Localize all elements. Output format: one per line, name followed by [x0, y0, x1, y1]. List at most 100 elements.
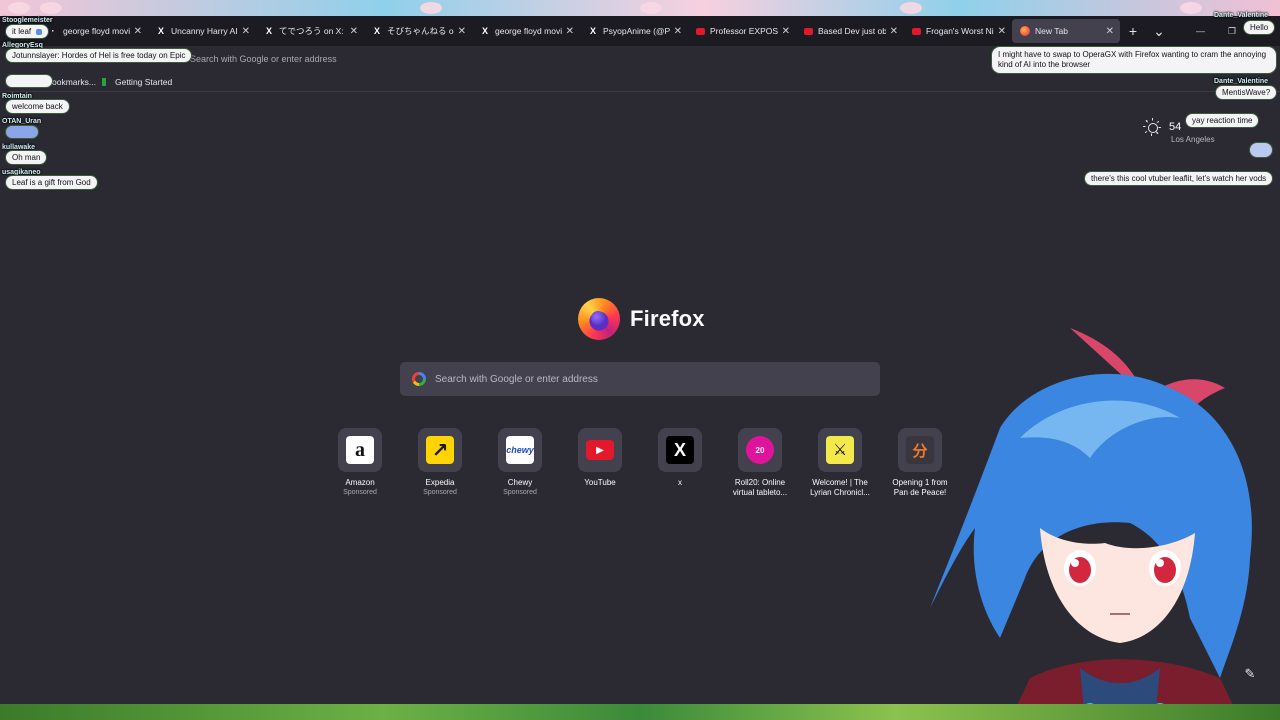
close-icon[interactable]: ✕: [350, 26, 358, 37]
youtube-icon: [696, 27, 705, 35]
tab-strip: · george floyd movie ✕ X Uncanny Harry AI o…: [0, 16, 1280, 46]
sponsored-label: Sponsored: [343, 489, 377, 496]
tab-active[interactable]: New Tab ✕: [1012, 19, 1120, 43]
top-site-youtube[interactable]: ▶ YouTube: [560, 428, 640, 488]
screen: · george floyd movie ✕ X Uncanny Harry AI o…: [0, 0, 1280, 720]
new-tab-icon[interactable]: +: [1120, 23, 1146, 39]
x-icon: X: [666, 436, 694, 464]
top-site-roll20[interactable]: 20 Roll20: Online virtual tableto...: [720, 428, 800, 498]
close-icon[interactable]: ✕: [1106, 26, 1114, 37]
top-site-amazon[interactable]: a Amazon Sponsored: [320, 428, 400, 496]
stream-overlay-bottom-decoration: [0, 704, 1280, 720]
tab[interactable]: Xgeorge floyd movie ✕: [472, 16, 580, 46]
close-icon[interactable]: ✕: [782, 26, 790, 37]
vtuber-avatar: [930, 328, 1252, 720]
tab[interactable]: Based Dev just oblit ✕: [796, 16, 904, 46]
x-icon: X: [589, 26, 596, 36]
restore-icon[interactable]: ❐: [1228, 16, 1236, 46]
chat-message: welcome back: [6, 100, 69, 113]
tab[interactable]: X Uncanny Harry AI on X ✕: [148, 16, 256, 46]
roll20-icon: 20: [746, 436, 774, 464]
close-icon[interactable]: ✕: [998, 26, 1006, 37]
stream-overlay-top-decoration: [0, 0, 1280, 16]
chat-username: OTAN_Uran: [2, 118, 42, 125]
chat-message: yay reaction time: [1186, 114, 1259, 127]
chewy-icon: chewy: [506, 436, 534, 464]
tab[interactable]: X そびちゃんねる on X ✕: [364, 16, 472, 46]
url-placeholder: Search with Google or enter address: [190, 54, 337, 64]
firefox-logo: Firefox: [578, 298, 705, 340]
youtube-icon: [804, 27, 813, 35]
youtube-icon: [912, 27, 921, 35]
bookmarks-toolbar: ookmarks... Getting Started: [0, 72, 1280, 92]
top-site-tile[interactable]: ▶: [578, 428, 622, 472]
top-site-label: Amazon: [345, 478, 375, 487]
close-icon[interactable]: ✕: [458, 26, 466, 37]
top-site-chewy[interactable]: chewy Chewy Sponsored: [480, 428, 560, 496]
weather-widget[interactable]: 54 Los Angeles: [1143, 118, 1215, 144]
chat-username: AllegoryEsq: [2, 42, 43, 49]
x-icon: X: [265, 26, 272, 36]
x-icon: X: [481, 26, 488, 36]
chat-emote-message: [6, 75, 52, 87]
tab[interactable]: X PsyopAnime (@Psyop ✕: [580, 16, 688, 46]
chat-emote-message: [1250, 143, 1272, 157]
top-site-tile[interactable]: ⚔: [818, 428, 862, 472]
close-icon[interactable]: ✕: [674, 26, 682, 37]
weather-temperature: 54: [1169, 121, 1182, 133]
minimize-icon[interactable]: —: [1196, 16, 1205, 46]
chat-username: kullawake: [2, 144, 36, 151]
chat-message: it leaf: [6, 25, 49, 38]
amazon-icon: a: [346, 436, 374, 464]
firefox-icon: [1020, 26, 1030, 36]
crossed-swords-icon: ⚔: [826, 436, 854, 464]
search-box[interactable]: [400, 362, 880, 396]
tab-title: Professor EXPOSES: [710, 26, 778, 36]
sponsored-label: Sponsored: [503, 489, 537, 496]
tab[interactable]: Frogan's Worst Nigh ✕: [904, 16, 1012, 46]
top-site-expedia[interactable]: ↗ Expedia Sponsored: [400, 428, 480, 496]
top-site-label: YouTube: [584, 478, 616, 487]
tab-title: george floyd movie: [63, 26, 130, 36]
close-icon[interactable]: ✕: [566, 26, 574, 37]
tab[interactable]: X てでつろう on X: " ✕: [256, 16, 364, 46]
chat-username: Stooglemeister: [2, 17, 53, 24]
top-site-tile[interactable]: 20: [738, 428, 782, 472]
close-icon[interactable]: ✕: [242, 26, 250, 37]
chat-message: Jotunnslayer: Hordes of Hel is free toda…: [6, 49, 192, 62]
top-site-tile[interactable]: ↗: [418, 428, 462, 472]
expedia-icon: ↗: [426, 436, 454, 464]
chat-message: Leaf is a gift from God: [6, 176, 97, 189]
chat-message: MentisWave?: [1216, 86, 1277, 99]
flag-icon: [102, 77, 110, 86]
top-site-tile[interactable]: X: [658, 428, 702, 472]
top-site-x[interactable]: X x: [640, 428, 720, 488]
top-site-lyrian-chronicles[interactable]: ⚔ Welcome! | The Lyrian Chronicl...: [800, 428, 880, 498]
top-site-label: Chewy: [507, 478, 533, 487]
chevron-down-icon[interactable]: ⌄: [1146, 23, 1172, 40]
tab[interactable]: · george floyd movie ✕: [40, 16, 148, 46]
url-bar[interactable]: Search with Google or enter address: [160, 49, 980, 69]
close-icon[interactable]: ✕: [890, 26, 898, 37]
chat-emote-message: [6, 126, 38, 138]
pencil-icon[interactable]: ✎: [1240, 666, 1260, 686]
close-icon[interactable]: ✕: [134, 26, 142, 37]
firefox-wordmark: Firefox: [630, 306, 705, 331]
tab-title: てでつろう on X: ": [279, 26, 346, 36]
tab-title: Uncanny Harry AI on X: [171, 26, 238, 36]
tab-title: george floyd movie: [495, 26, 562, 36]
bookmark-getting-started[interactable]: Getting Started: [102, 77, 172, 87]
tab[interactable]: Professor EXPOSES ✕: [688, 16, 796, 46]
bookmarks-menu[interactable]: ookmarks...: [52, 77, 96, 87]
search-input[interactable]: [435, 373, 855, 385]
x-icon: X: [157, 26, 164, 36]
chat-username: Dante_Valentine: [1214, 12, 1269, 19]
chat-message: there's this cool vtuber leaflit, let's …: [1085, 172, 1273, 185]
top-site-tile[interactable]: chewy: [498, 428, 542, 472]
chat-username: Roimtain: [2, 93, 32, 100]
youtube-icon: ▶: [586, 440, 614, 460]
chat-icon: ·: [51, 26, 55, 36]
top-site-tile[interactable]: a: [338, 428, 382, 472]
chat-username: Dante_Valentine: [1214, 78, 1269, 85]
tab-title: New Tab: [1035, 26, 1068, 36]
